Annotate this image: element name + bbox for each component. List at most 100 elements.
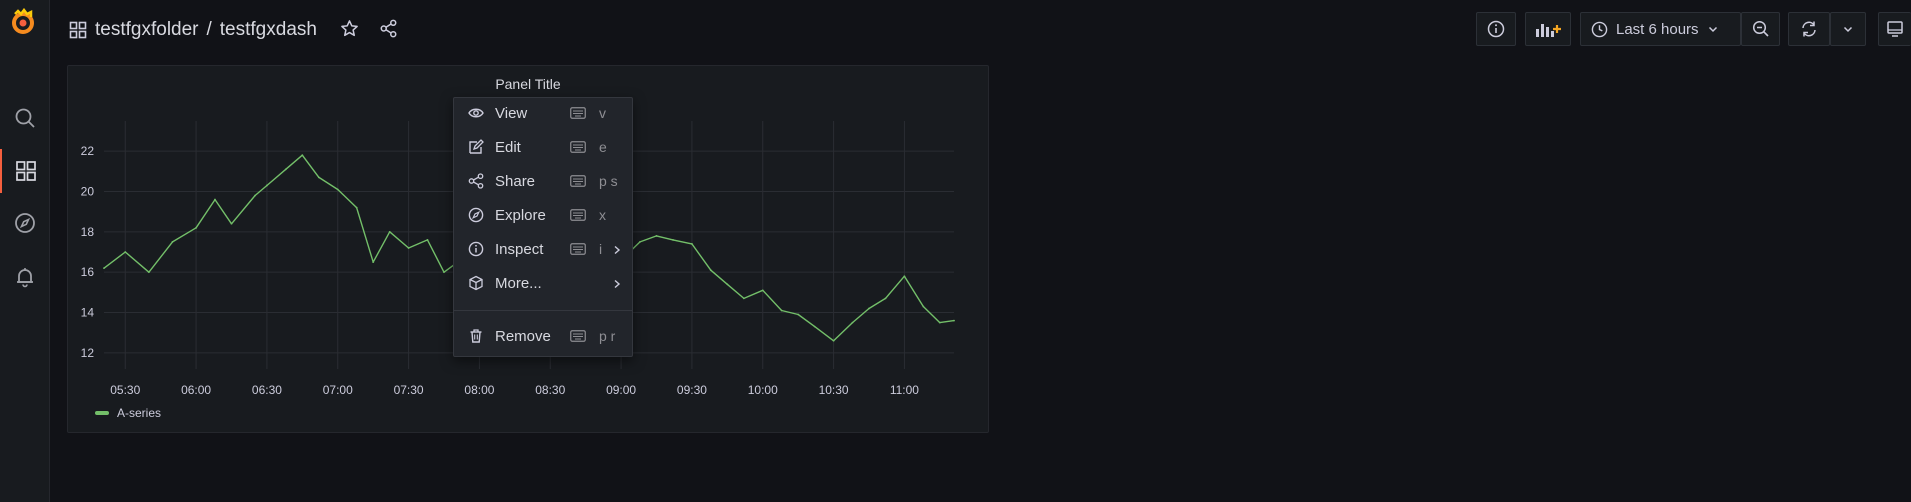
info-icon — [468, 241, 484, 257]
x-tick-label: 07:30 — [394, 383, 424, 396]
y-tick-label: 20 — [81, 185, 95, 199]
data-point — [903, 275, 906, 278]
data-point — [953, 319, 955, 322]
x-tick-label: 09:30 — [677, 383, 707, 396]
data-point — [372, 261, 375, 264]
x-tick-label: 08:30 — [535, 383, 565, 396]
data-point — [426, 239, 429, 241]
add-panel-icon — [1536, 24, 1561, 37]
data-point — [147, 271, 150, 274]
data-point — [761, 289, 764, 292]
edit-icon — [469, 139, 484, 154]
x-tick-label: 07:00 — [323, 383, 353, 396]
time-range-label: Last 6 hours — [1616, 20, 1699, 38]
y-tick-label: 22 — [81, 144, 95, 158]
legend: A-series — [95, 406, 161, 420]
breadcrumb-folder-link[interactable]: testfgxfolder — [95, 19, 199, 41]
info-icon — [1487, 20, 1505, 38]
cube-icon — [469, 275, 483, 291]
clock-icon — [1591, 21, 1608, 37]
chevron-down-icon — [1843, 26, 1853, 33]
chevron-down-icon — [1708, 26, 1717, 33]
share-icon[interactable] — [379, 19, 398, 38]
menu-item-share[interactable]: Share p s — [454, 166, 632, 196]
legend-series-label[interactable]: A-series — [117, 406, 161, 420]
zoom-out-button[interactable] — [1741, 12, 1780, 46]
data-point — [254, 194, 257, 197]
data-point — [103, 267, 105, 270]
breadcrumb: testfgxfolder / testfgxdash — [95, 19, 317, 41]
y-tick-label: 12 — [81, 346, 95, 360]
keyboard-icon — [570, 242, 586, 260]
compass-icon — [14, 213, 35, 233]
add-panel-button[interactable] — [1525, 12, 1571, 46]
data-point — [709, 269, 712, 272]
compass-icon — [468, 207, 484, 223]
bell-icon — [16, 268, 33, 288]
data-point — [742, 297, 745, 300]
dashboard-info-button[interactable] — [1476, 12, 1516, 46]
x-tick-label: 06:30 — [252, 383, 282, 396]
tv-mode-button[interactable] — [1878, 12, 1911, 46]
menu-item-shortcut: e — [599, 139, 607, 155]
data-point — [655, 234, 658, 237]
data-point — [851, 321, 854, 324]
refresh-icon — [1802, 21, 1816, 37]
data-point — [922, 305, 925, 308]
explore-button[interactable] — [0, 201, 49, 245]
menu-item-inspect[interactable]: Inspect i — [454, 234, 632, 264]
data-point — [336, 188, 339, 191]
data-point — [230, 222, 233, 225]
menu-item-explore[interactable]: Explore x — [454, 200, 632, 230]
alerting-button[interactable] — [0, 255, 49, 299]
data-point — [388, 230, 391, 233]
search-button[interactable] — [0, 96, 49, 140]
legend-swatch — [95, 411, 109, 415]
menu-item-more[interactable]: More... — [454, 268, 632, 298]
menu-item-remove[interactable]: Remove p r — [454, 321, 632, 351]
dashboard-nav: testfgxfolder / testfgxdash Last 6 hours — [49, 0, 1911, 60]
monitor-icon — [1887, 21, 1903, 37]
data-point — [780, 309, 783, 312]
menu-item-shortcut: p r — [599, 328, 616, 344]
x-tick-label: 10:30 — [819, 383, 849, 396]
y-tick-label: 14 — [81, 306, 95, 320]
refresh-button[interactable] — [1788, 12, 1830, 46]
x-tick-label: 06:00 — [181, 383, 211, 396]
zoom-out-icon — [1752, 20, 1769, 37]
data-point — [726, 283, 729, 286]
trash-icon — [470, 329, 482, 343]
data-point — [868, 307, 870, 310]
menu-item-label: Inspect — [495, 240, 544, 258]
menu-item-label: Remove — [495, 327, 551, 345]
menu-item-view[interactable]: View v — [454, 98, 632, 128]
data-point — [195, 226, 197, 229]
y-tick-label: 18 — [81, 225, 95, 239]
x-tick-label: 08:00 — [464, 383, 494, 396]
menu-item-label: View — [495, 104, 528, 122]
star-icon[interactable] — [340, 19, 359, 38]
dashboards-icon — [15, 161, 36, 181]
data-point — [266, 184, 268, 187]
breadcrumb-dashboard-link[interactable]: testfgxdash — [220, 19, 317, 41]
menu-item-shortcut: i — [599, 241, 603, 257]
menu-item-edit[interactable]: Edit e — [454, 132, 632, 162]
data-point — [938, 321, 941, 324]
x-tick-label: 09:00 — [606, 383, 636, 396]
x-tick-label: 10:00 — [748, 383, 778, 396]
menu-item-label: More... — [495, 274, 542, 292]
data-point — [813, 325, 816, 328]
data-point — [639, 241, 641, 243]
keyboard-icon — [570, 106, 586, 124]
refresh-interval-button[interactable] — [1830, 12, 1866, 46]
menu-item-label: Share — [495, 172, 536, 190]
data-point — [884, 297, 887, 300]
dashboards-button[interactable] — [0, 149, 49, 193]
chevron-right-icon — [612, 243, 622, 261]
grafana-logo-icon[interactable] — [9, 8, 37, 36]
search-icon — [15, 108, 35, 128]
data-point — [124, 251, 127, 253]
time-picker-button[interactable]: Last 6 hours — [1580, 12, 1741, 46]
breadcrumb-separator: / — [206, 19, 212, 40]
data-point — [355, 206, 358, 209]
